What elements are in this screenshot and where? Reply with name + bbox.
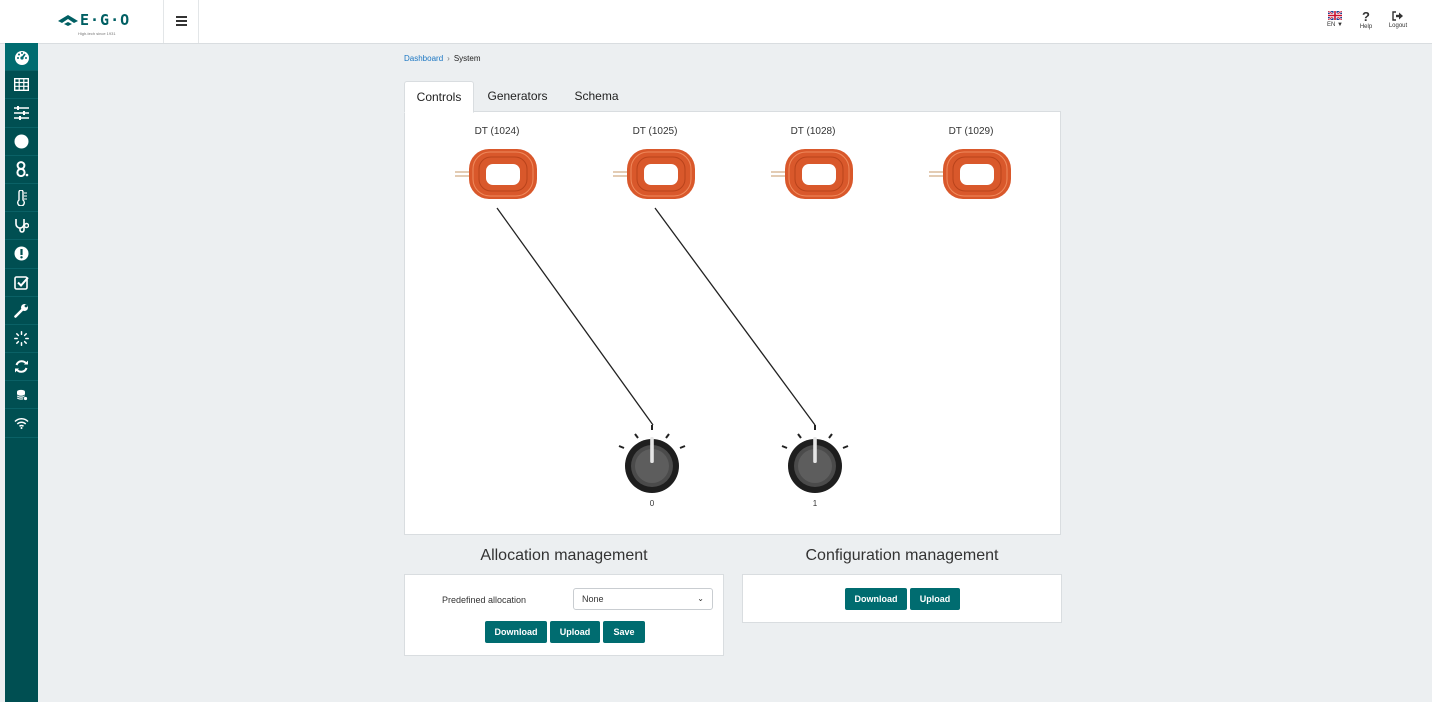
sidebar-item-processes[interactable] — [5, 325, 38, 354]
breadcrumb: Dashboard › System — [404, 54, 480, 63]
logout-label: Logout — [1388, 23, 1408, 29]
induction-coil-icon[interactable] — [455, 146, 539, 202]
sidebar-item-table[interactable] — [5, 71, 38, 100]
sidebar-item-temperature[interactable] — [5, 184, 38, 213]
logout-button[interactable]: Logout — [1384, 11, 1412, 29]
language-selector[interactable]: EN ▼ — [1322, 11, 1348, 28]
menu-toggle-button[interactable] — [163, 0, 199, 43]
allocation-download-button[interactable]: Download — [485, 621, 547, 643]
thermometer-icon — [16, 189, 27, 206]
spinner-icon — [14, 331, 29, 346]
tab-schema[interactable]: Schema — [564, 81, 629, 111]
uk-flag-icon — [1328, 11, 1342, 20]
circle-icon — [14, 134, 29, 149]
allocation-card: Predefined allocation None ⌄ Download Up… — [404, 574, 724, 656]
cooking-zones-icon — [15, 161, 28, 178]
brand-tagline: High-tech since 1931 — [78, 31, 116, 36]
alert-icon — [14, 246, 29, 261]
menu-bar-icon — [176, 20, 187, 22]
predefined-allocation-label: Predefined allocation — [442, 595, 527, 605]
coil-label: DT (1029) — [948, 126, 994, 137]
coil-label: DT (1024) — [474, 126, 520, 137]
question-icon: ? — [1362, 9, 1370, 24]
allocation-save-button[interactable]: Save — [603, 621, 645, 643]
knob-value: 1 — [812, 499, 818, 508]
controls-panel: DT (1024) DT (1025) DT (1028) DT (1029) — [404, 111, 1061, 535]
breadcrumb-current: System — [453, 54, 481, 63]
tab-generators[interactable]: Generators — [480, 81, 555, 111]
allocation-title: Allocation management — [480, 547, 648, 564]
breadcrumb-separator: › — [447, 54, 450, 63]
header-actions: EN ▼ ? Help Logout — [1322, 9, 1412, 41]
logo-mark-icon — [58, 15, 78, 26]
breadcrumb-dashboard-link[interactable]: Dashboard — [404, 54, 443, 63]
database-icon — [16, 389, 28, 401]
predefined-allocation-select[interactable]: None ⌄ — [573, 588, 713, 610]
induction-coil-icon[interactable] — [613, 146, 697, 202]
coil-label: DT (1025) — [632, 126, 678, 137]
dashboard-icon — [14, 50, 29, 65]
sidebar — [5, 43, 38, 702]
configuration-download-button[interactable]: Download — [845, 588, 907, 610]
sidebar-item-network[interactable] — [5, 409, 38, 438]
sidebar-item-tasks[interactable] — [5, 269, 38, 297]
help-label: Help — [1359, 24, 1373, 30]
stethoscope-icon — [15, 219, 29, 233]
menu-bar-icon — [176, 16, 187, 18]
sidebar-item-sync[interactable] — [5, 353, 38, 382]
select-value: None — [582, 594, 604, 604]
coil-label: DT (1028) — [790, 126, 836, 137]
configuration-title: Configuration management — [805, 547, 999, 564]
language-code: EN — [1327, 22, 1336, 28]
sidebar-item-service[interactable] — [5, 297, 38, 325]
menu-bar-icon — [176, 24, 187, 26]
induction-coil-icon[interactable] — [771, 146, 855, 202]
chevron-down-icon: ▼ — [1337, 22, 1343, 28]
control-knob-icon[interactable] — [775, 424, 855, 496]
sidebar-item-diagnostics[interactable] — [5, 212, 38, 241]
ego-logo[interactable]: E·G·O High-tech since 1931 — [58, 11, 154, 39]
sidebar-item-zones[interactable] — [5, 156, 38, 184]
wifi-icon — [14, 418, 29, 430]
sidebar-item-database[interactable] — [5, 381, 38, 410]
table-icon — [14, 78, 29, 92]
induction-coil-icon[interactable] — [929, 146, 1013, 202]
tab-controls[interactable]: Controls — [404, 81, 474, 113]
help-button[interactable]: ? Help — [1356, 9, 1376, 30]
control-knob-icon[interactable] — [612, 424, 692, 496]
sidebar-item-alerts[interactable] — [5, 240, 38, 269]
configuration-card: Download Upload — [742, 574, 1062, 623]
sliders-icon — [14, 105, 29, 120]
top-bar: E·G·O High-tech since 1931 EN ▼ ? Help L… — [0, 0, 1432, 44]
allocation-wire — [496, 207, 654, 426]
knob-value: 0 — [649, 499, 655, 508]
configuration-upload-button[interactable]: Upload — [910, 588, 960, 610]
sidebar-item-status[interactable] — [5, 128, 38, 156]
sync-icon — [15, 360, 28, 373]
sidebar-item-dashboard[interactable] — [5, 43, 38, 72]
checklist-icon — [14, 275, 29, 290]
allocation-wire — [654, 207, 816, 426]
chevron-down-icon: ⌄ — [697, 594, 704, 603]
allocation-upload-button[interactable]: Upload — [550, 621, 600, 643]
brand-name: E·G·O — [80, 11, 131, 29]
wrench-icon — [14, 303, 28, 318]
logout-icon — [1392, 11, 1403, 21]
sidebar-item-settings[interactable] — [5, 99, 38, 128]
